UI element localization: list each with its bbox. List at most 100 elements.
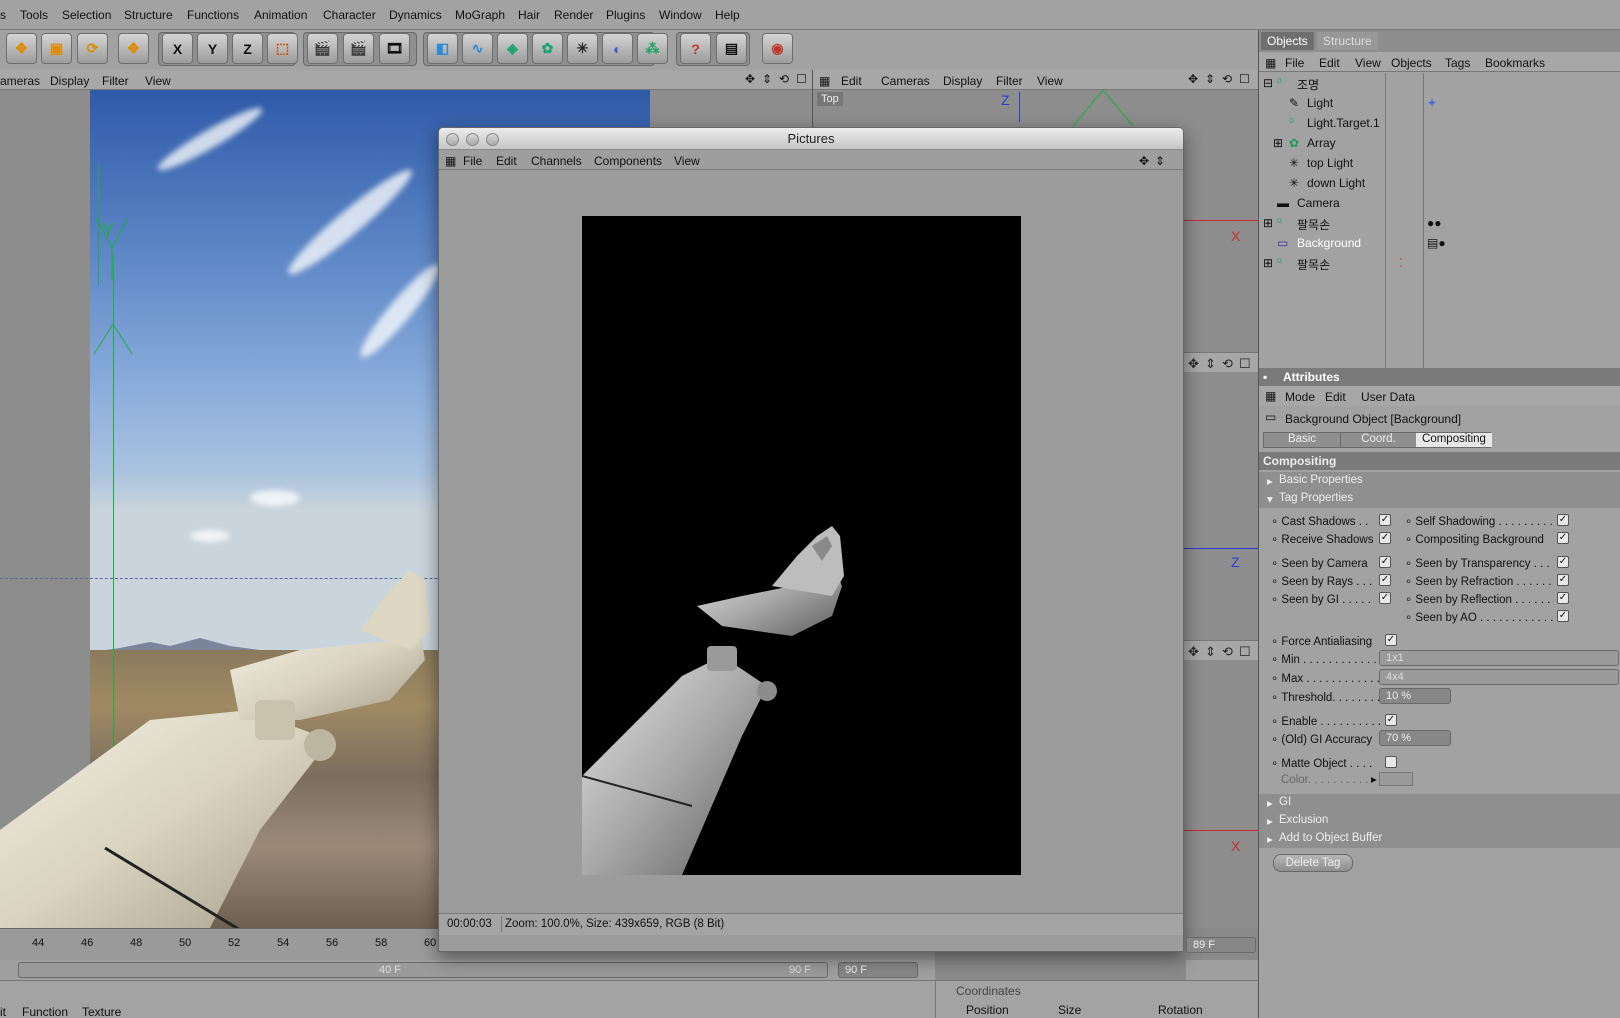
object-row[interactable]: ⊟ ⁰ 조명 — [1259, 73, 1620, 93]
z-axis-lock-button[interactable]: Z — [232, 33, 263, 64]
orbit-icon[interactable]: ⟲ — [1222, 356, 1233, 372]
seen-by-ao-checkbox[interactable]: ✓ — [1557, 610, 1569, 622]
render-settings-icon[interactable]: 🎞 — [379, 33, 410, 64]
rotate-tool-icon[interactable]: ⟳ — [77, 33, 108, 64]
threshold-field[interactable]: 10 % — [1379, 688, 1451, 704]
particles-icon[interactable]: ⁂ — [637, 33, 668, 64]
layout-icon[interactable]: ▤ — [716, 33, 747, 64]
self-shadowing-checkbox[interactable]: ✓ — [1557, 514, 1569, 526]
pan-icon[interactable]: ✥ — [1188, 644, 1199, 660]
enable-checkbox[interactable]: ✓ — [1385, 714, 1397, 726]
orbit-icon[interactable]: ⟲ — [779, 72, 789, 86]
basic-properties-group[interactable]: ▸ Basic Properties — [1259, 472, 1620, 490]
objects-menu-bookmarks[interactable]: Bookmarks — [1485, 56, 1545, 70]
minimize-button-icon[interactable] — [466, 133, 479, 146]
live-select-icon[interactable]: ✥ — [118, 33, 149, 64]
pan-icon[interactable]: ✥ — [745, 72, 755, 86]
tag-properties-group[interactable]: ▾ Tag Properties — [1259, 490, 1620, 508]
pictures-menu-edit[interactable]: Edit — [496, 154, 517, 168]
y-axis-lock-button[interactable]: Y — [197, 33, 228, 64]
zoom-icon[interactable]: ⇕ — [1205, 644, 1216, 660]
top-viewport-menu-view[interactable]: View — [1037, 74, 1063, 88]
tab-structure[interactable]: Structure — [1317, 32, 1378, 50]
objects-menu-file[interactable]: File — [1285, 56, 1304, 70]
orbit-icon[interactable]: ⟲ — [1222, 644, 1233, 660]
object-row[interactable]: ✳ top Light — [1259, 153, 1620, 173]
compositing-background-checkbox[interactable]: ✓ — [1557, 532, 1569, 544]
bottom-menu-edit[interactable]: it — [0, 1005, 6, 1018]
seen-by-rays-checkbox[interactable]: ✓ — [1379, 574, 1391, 586]
help-cursor-icon[interactable]: ? — [680, 33, 711, 64]
window-titlebar[interactable]: Pictures — [439, 128, 1183, 150]
x-axis-lock-button[interactable]: X — [162, 33, 193, 64]
frame-field[interactable]: 89 F — [1186, 937, 1256, 953]
receive-shadows-checkbox[interactable]: ✓ — [1379, 532, 1391, 544]
matte-object-checkbox[interactable] — [1385, 756, 1397, 768]
menu-item-window[interactable]: Window — [659, 8, 702, 22]
array-icon[interactable]: ✿ — [532, 33, 563, 64]
menu-item-character[interactable]: Character — [323, 8, 376, 22]
pan-icon[interactable]: ✥ — [1188, 356, 1199, 372]
compositing-tag-icon[interactable]: ▤● — [1427, 236, 1446, 250]
gi-group[interactable]: ▸ GI — [1259, 794, 1620, 812]
zoom-icon[interactable]: ⇕ — [1205, 72, 1215, 86]
visibility-dot-icon[interactable]: ⁚ — [1399, 256, 1403, 270]
top-viewport-menu-edit[interactable]: Edit — [841, 74, 862, 88]
objects-menu-view[interactable]: View — [1355, 56, 1381, 70]
seen-by-camera-checkbox[interactable]: ✓ — [1379, 556, 1391, 568]
maximize-icon[interactable]: ☐ — [1239, 72, 1250, 86]
object-row[interactable]: ✳ down Light — [1259, 173, 1620, 193]
orbit-icon[interactable]: ⟲ — [1222, 72, 1232, 86]
spline-icon[interactable]: ∿ — [462, 33, 493, 64]
object-row[interactable]: ✎ Light ✦ — [1259, 93, 1620, 113]
maximize-icon[interactable]: ☐ — [796, 72, 807, 86]
bottom-menu-texture[interactable]: Texture — [82, 1005, 121, 1018]
web-icon[interactable]: ◉ — [762, 33, 793, 64]
viewport-menu-filter[interactable]: Filter — [102, 74, 129, 88]
menu-item-tools[interactable]: Tools — [20, 8, 48, 22]
menu-item-render[interactable]: Render — [554, 8, 593, 22]
force-antialiasing-checkbox[interactable]: ✓ — [1385, 634, 1397, 646]
viewport-menu-display[interactable]: Display — [50, 74, 89, 88]
end-frame-field[interactable]: 90 F — [838, 962, 918, 978]
expand-icon[interactable]: ⊞ — [1263, 256, 1273, 270]
object-row[interactable]: ⁰ Light.Target.1 — [1259, 113, 1620, 133]
menu-item-plugins[interactable]: Plugins — [606, 8, 645, 22]
gi-accuracy-field[interactable]: 70 % — [1379, 730, 1451, 746]
attr-menu-mode[interactable]: Mode — [1285, 390, 1315, 404]
pictures-menu-components[interactable]: Components — [594, 154, 662, 168]
zoom-icon[interactable]: ⇕ — [1205, 356, 1216, 372]
object-row[interactable]: ⊞ ⁰ 팔목손 ⁚ — [1259, 253, 1620, 273]
pictures-menu-file[interactable]: File — [463, 154, 482, 168]
menu-item-dynamics[interactable]: Dynamics — [389, 8, 442, 22]
top-viewport-menu-cameras[interactable]: Cameras — [881, 74, 930, 88]
seen-by-reflection-checkbox[interactable]: ✓ — [1557, 592, 1569, 604]
color-expand-icon[interactable]: ▸ — [1371, 772, 1377, 786]
menu-item-functions[interactable]: Functions — [187, 8, 239, 22]
viewport-menu-cameras[interactable]: ameras — [0, 74, 40, 88]
menu-item-mograph[interactable]: MoGraph — [455, 8, 505, 22]
scene-icon[interactable]: ◐ — [602, 33, 633, 64]
nurbs-icon[interactable]: ◈ — [497, 33, 528, 64]
menu-item-structure[interactable]: Structure — [124, 8, 173, 22]
close-button-icon[interactable] — [446, 133, 459, 146]
render-view-icon[interactable]: 🎬 — [307, 33, 338, 64]
object-row[interactable]: ▬ Camera — [1259, 193, 1620, 213]
menu-item-selection[interactable]: Selection — [62, 8, 111, 22]
material-tag-icon[interactable]: ●● — [1427, 216, 1442, 230]
expand-icon[interactable]: ⊞ — [1263, 216, 1273, 230]
deformer-icon[interactable]: ✳ — [567, 33, 598, 64]
scale-tool-icon[interactable]: ▣ — [41, 33, 72, 64]
menu-item-hair[interactable]: Hair — [518, 8, 540, 22]
delete-tag-button[interactable]: Delete Tag — [1273, 854, 1353, 872]
cube-icon[interactable]: ◧ — [427, 33, 458, 64]
tab-basic[interactable]: Basic — [1264, 433, 1340, 447]
pictures-menu-channels[interactable]: Channels — [531, 154, 582, 168]
menu-item-help[interactable]: Help — [715, 8, 740, 22]
target-tag-icon[interactable]: ✦ — [1427, 96, 1437, 110]
coordinate-system-icon[interactable]: ⬚ — [267, 33, 298, 64]
expand-icon[interactable]: ⊞ — [1273, 136, 1283, 150]
object-row[interactable]: ⊞ ⁰ 팔목손 ●● — [1259, 213, 1620, 233]
color-swatch[interactable] — [1379, 772, 1413, 786]
seen-by-refraction-checkbox[interactable]: ✓ — [1557, 574, 1569, 586]
